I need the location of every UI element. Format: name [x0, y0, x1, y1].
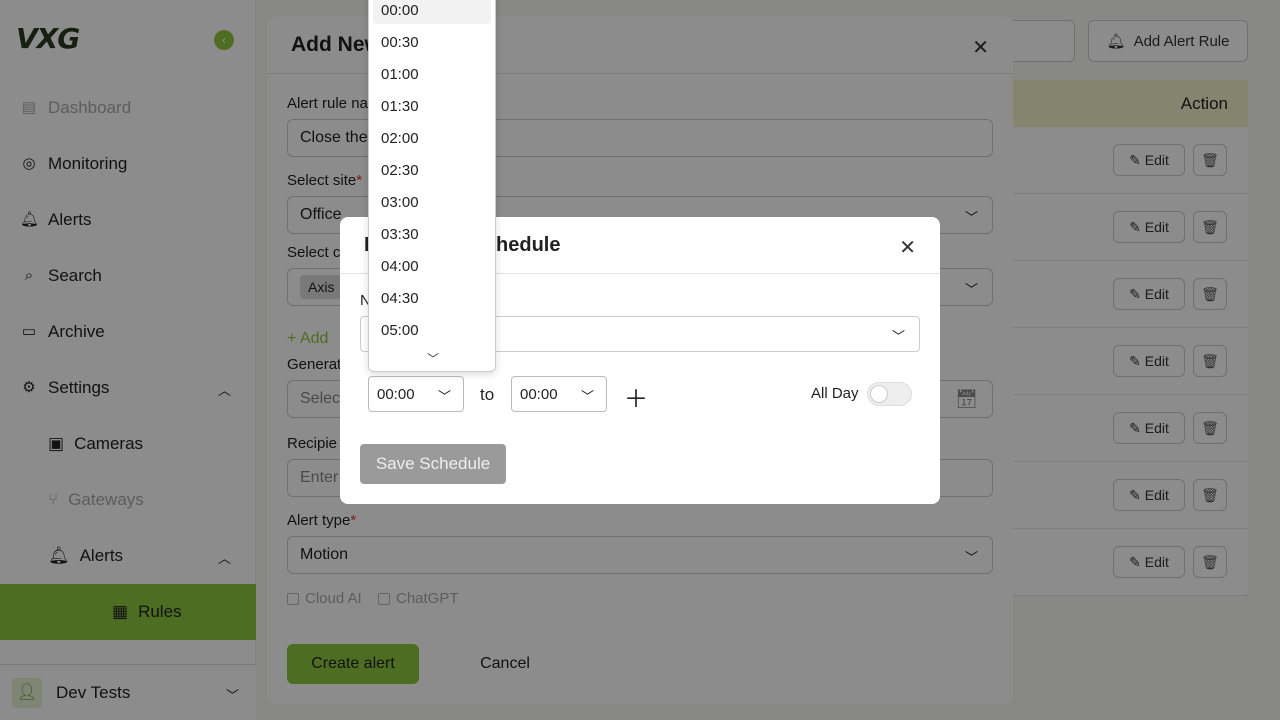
time-option[interactable]: 04:00 — [373, 252, 491, 280]
close-icon[interactable]: ✕ — [899, 235, 916, 260]
to-time-select[interactable]: 00:00 ﹀ — [511, 376, 607, 412]
time-option[interactable]: 01:30 — [373, 92, 491, 120]
time-option[interactable]: 00:00 — [373, 0, 491, 24]
save-schedule-button[interactable]: Save Schedule — [360, 444, 506, 484]
chevron-down-icon: ﹀ — [580, 389, 594, 404]
chevron-down-icon[interactable]: ﹀ — [427, 350, 439, 367]
plus-icon[interactable]: ＋ — [624, 379, 648, 414]
time-option[interactable]: 02:30 — [373, 156, 491, 184]
from-time-select[interactable]: 00:00 ﹀ — [368, 376, 464, 412]
time-option[interactable]: 02:00 — [373, 124, 491, 152]
from-time-value: 00:00 — [377, 385, 415, 403]
all-day-label: All Day — [811, 385, 859, 402]
chevron-down-icon: ﹀ — [891, 329, 905, 344]
time-option[interactable]: 01:00 — [373, 60, 491, 88]
time-option[interactable]: 04:30 — [373, 284, 491, 312]
time-option[interactable]: 05:00 — [373, 316, 491, 344]
chevron-down-icon: ﹀ — [437, 389, 451, 404]
time-option[interactable]: 03:00 — [373, 188, 491, 216]
to-time-value: 00:00 — [520, 385, 558, 403]
time-option[interactable]: 00:30 — [373, 28, 491, 56]
time-dropdown: ﹀ 00:00 00:30 01:00 01:30 02:00 02:30 03:00 03:… — [368, 0, 496, 372]
to-label: to — [480, 385, 495, 404]
all-day-toggle[interactable] — [867, 382, 912, 406]
time-option[interactable]: 03:30 — [373, 220, 491, 248]
